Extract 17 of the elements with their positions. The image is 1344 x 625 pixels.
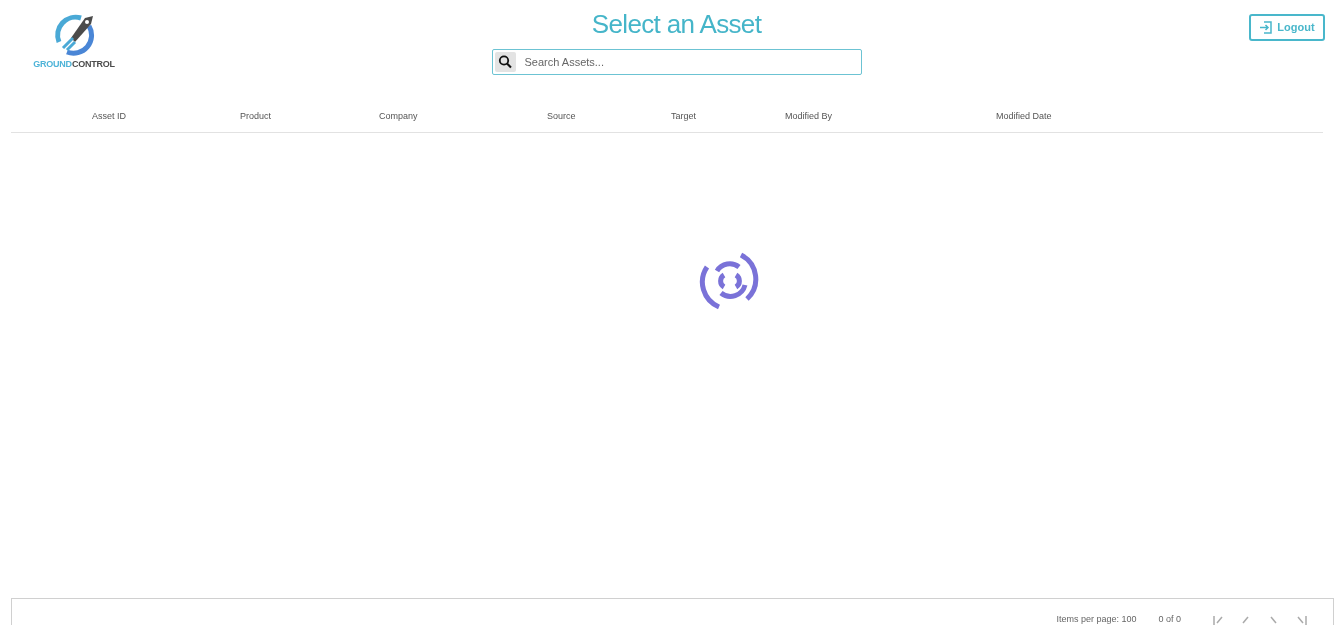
page-title: Select an Asset <box>591 12 762 36</box>
column-header[interactable]: Source <box>547 110 576 121</box>
logout-icon <box>1259 21 1274 34</box>
search-icon[interactable] <box>494 52 516 72</box>
column-header[interactable]: Modified By <box>785 110 833 121</box>
column-header[interactable]: Company <box>379 110 418 121</box>
column-header[interactable]: Asset ID <box>92 110 126 121</box>
first-page-icon[interactable] <box>1211 614 1225 625</box>
page-range: 0 of 0 <box>1158 614 1181 625</box>
search-field[interactable]: Search Assets... <box>491 49 862 75</box>
last-page-icon[interactable] <box>1295 614 1309 625</box>
column-header[interactable]: Target <box>671 110 696 121</box>
column-header[interactable]: Modified Date <box>996 110 1052 121</box>
loading-spinner-icon <box>699 251 761 311</box>
column-header[interactable]: Product <box>240 110 272 121</box>
logo-wordmark: GROUNDCONTROL <box>33 58 115 71</box>
items-per-page-label: Items per page: 100 <box>1056 614 1137 625</box>
